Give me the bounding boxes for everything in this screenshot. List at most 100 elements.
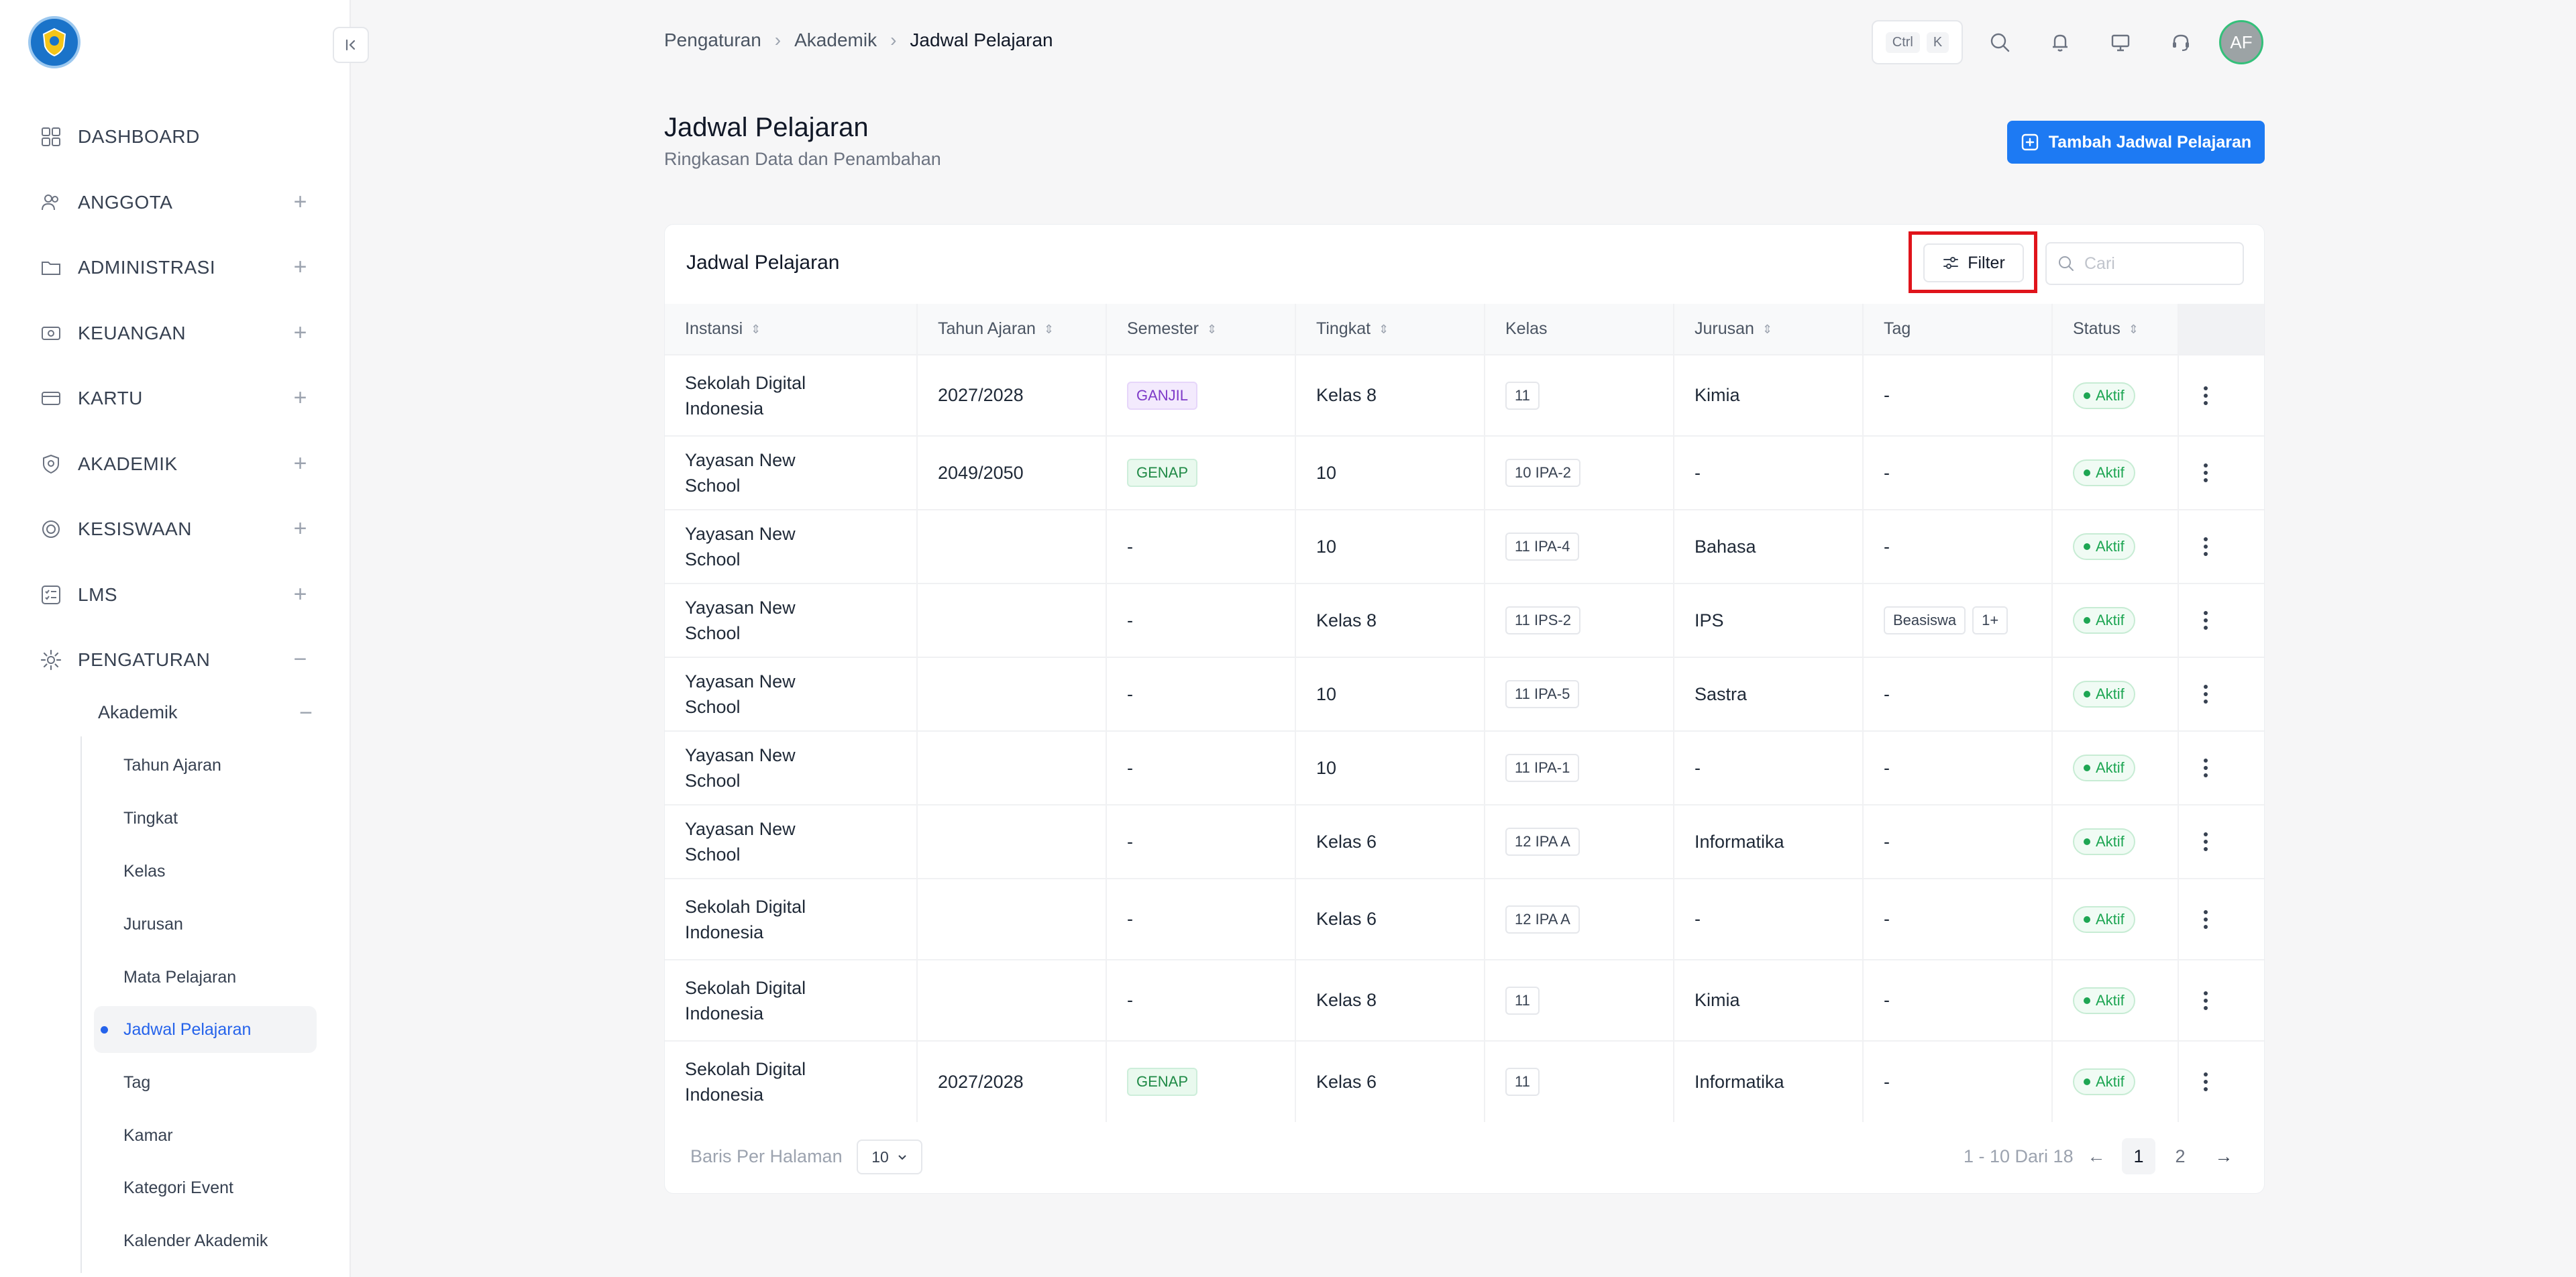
search-icon [2059,256,2074,271]
page-1-button[interactable]: 1 [2122,1138,2155,1174]
kelas-chip: 11 [1505,1068,1540,1096]
checklist-icon [39,583,63,607]
sidebar-item-pengaturan[interactable]: PENGATURAN − [39,640,307,680]
submenu-item-jadwal-pelajaran[interactable]: Jadwal Pelajaran [94,1006,317,1053]
status-badge: Aktif [2073,987,2135,1014]
table-row[interactable]: Sekolah Digital Indonesia 2027/2028 GANJIL… [665,354,2264,436]
avatar[interactable]: AF [2219,20,2263,64]
more-options-icon[interactable] [2199,759,2212,777]
cell-tingkat: Kelas 6 [1295,878,1485,960]
table-row[interactable]: Yayasan New School - 10 11 IPA-1 - - Aktif [665,730,2264,805]
add-schedule-button[interactable]: Tambah Jadwal Pelajaran [2007,121,2265,164]
sidebar-item-akademik[interactable]: AKADEMIK + [39,444,307,484]
more-options-icon[interactable] [2199,386,2212,405]
status-badge: Aktif [2073,681,2135,708]
cell-status: Aktif [2052,435,2179,510]
tag-chip: Beasiswa [1884,606,1966,634]
submenu-item-kalender-akademik[interactable]: Kalender Akademik [94,1217,317,1264]
table-row[interactable]: Yayasan New School - Kelas 8 11 IPS-2 IPS Bea… [665,583,2264,657]
submenu-item-tahun-ajaran[interactable]: Tahun Ajaran [94,742,317,789]
column-header-tahun[interactable]: Tahun Ajaran ⇕ [917,304,1107,355]
sidebar-item-administrasi[interactable]: ADMINISTRASI + [39,247,307,288]
prev-page-arrow-icon[interactable]: ← [2083,1138,2110,1174]
cell-kelas: 10 IPA-2 [1485,435,1674,510]
submenu-item-tag[interactable]: Tag [94,1059,317,1106]
more-options-icon[interactable] [2199,611,2212,630]
support-headset-icon[interactable] [2165,27,2196,58]
submenu-item-mata-pelajaran[interactable]: Mata Pelajaran [94,954,317,1001]
cell-jurusan: - [1674,878,1864,960]
breadcrumb-akademik[interactable]: Akademik [794,30,877,51]
search-icon[interactable] [1984,27,2015,58]
table-row[interactable]: Yayasan New School - 10 11 IPA-5 Sastra - Akti… [665,657,2264,731]
collapse-left-icon [345,39,356,51]
column-header-tingkat[interactable]: Tingkat ⇕ [1295,304,1485,355]
cell-kelas: 11 IPA-1 [1485,730,1674,805]
submenu-item-tingkat[interactable]: Tingkat [94,795,317,842]
table-row[interactable]: Yayasan New School - 10 11 IPA-4 Bahasa - Akti… [665,509,2264,584]
cell-status: Aktif [2052,657,2179,731]
more-options-icon[interactable] [2199,1072,2212,1091]
table-row[interactable]: Yayasan New School - Kelas 6 12 IPA A Inform… [665,804,2264,879]
sidebar-item-keuangan[interactable]: KEUANGAN + [39,313,307,353]
table-row[interactable]: Yayasan New School 2049/2050 GENAP 10 10 IPA… [665,435,2264,510]
jurusan-text: - [1695,757,1701,778]
cell-status: Aktif [2052,878,2179,960]
submenu-item-kelas[interactable]: Kelas [94,848,317,895]
more-options-icon[interactable] [2199,537,2212,556]
column-header-instansi[interactable]: Instansi ⇕ [665,304,918,355]
table-row[interactable]: Sekolah Digital Indonesia - Kelas 8 11 Kimia… [665,959,2264,1041]
more-options-icon[interactable] [2199,685,2212,704]
more-options-icon[interactable] [2199,991,2212,1010]
cell-instansi: Yayasan New School [665,435,918,510]
cell-tag: - [1863,354,2053,436]
collapse-sidebar-button[interactable] [333,27,369,63]
status-dot-icon [2084,765,2090,771]
sidebar-item-anggota[interactable]: ANGGOTA + [39,182,307,223]
cell-instansi: Sekolah Digital Indonesia [665,354,918,436]
submenu-item-kamar[interactable]: Kamar [94,1112,317,1159]
sidebar-item-kartu[interactable]: KARTU + [39,378,307,419]
more-options-icon[interactable] [2199,832,2212,851]
cell-jurusan: Informatika [1674,1040,1864,1122]
app-logo[interactable] [28,16,80,68]
cell-tingkat: Kelas 8 [1295,354,1485,436]
cell-tingkat: Kelas 6 [1295,804,1485,879]
search-input[interactable] [2084,254,2232,274]
column-header-semester[interactable]: Semester ⇕ [1106,304,1296,355]
table-row[interactable]: Sekolah Digital Indonesia - Kelas 6 12 IPA … [665,878,2264,960]
monitor-icon[interactable] [2105,27,2136,58]
submenu-item-jurusan[interactable]: Jurusan [94,901,317,948]
command-shortcut-button[interactable]: Ctrl K [1872,20,1963,64]
cell-jurusan: Sastra [1674,657,1864,731]
column-header-status[interactable]: Status ⇕ [2052,304,2179,355]
next-page-arrow-icon[interactable]: → [2208,1138,2240,1174]
expand-plus-icon: + [293,320,307,345]
more-options-icon[interactable] [2199,463,2212,482]
cell-jurusan: IPS [1674,583,1864,657]
breadcrumb-pengaturan[interactable]: Pengaturan [664,30,761,51]
sidebar-item-lms[interactable]: LMS + [39,575,307,615]
cell-status: Aktif [2052,730,2179,805]
tag-more-chip[interactable]: 1+ [1972,606,2008,634]
more-options-icon[interactable] [2199,909,2212,929]
cell-actions [2178,878,2264,960]
cell-tahun-ajaran [917,509,1107,584]
status-text: Aktif [2096,910,2125,928]
rows-per-page-select[interactable]: 10 [857,1140,922,1174]
column-header-jurusan[interactable]: Jurusan ⇕ [1674,304,1864,355]
sidebar-item-dashboard[interactable]: DASHBOARD [39,117,307,157]
submenu-header-akademik[interactable]: Akademik − [98,693,313,731]
column-header-label: Status [2073,319,2121,338]
sidebar-item-kesiswaan[interactable]: KESISWAAN + [39,509,307,549]
bell-icon[interactable] [2045,27,2076,58]
kelas-chip: 11 IPS-2 [1505,606,1580,634]
page-2-button[interactable]: 2 [2163,1138,2197,1174]
cell-tag: - [1863,435,2053,510]
submenu-item-kategori-event[interactable]: Kategori Event [94,1164,317,1211]
filter-button[interactable]: Filter [1923,243,2024,282]
cell-tag: - [1863,878,2053,960]
cell-tahun-ajaran: 2027/2028 [917,354,1107,436]
table-row[interactable]: Sekolah Digital Indonesia 2027/2028 GENAP K… [665,1040,2264,1122]
cell-actions [2178,1040,2264,1122]
